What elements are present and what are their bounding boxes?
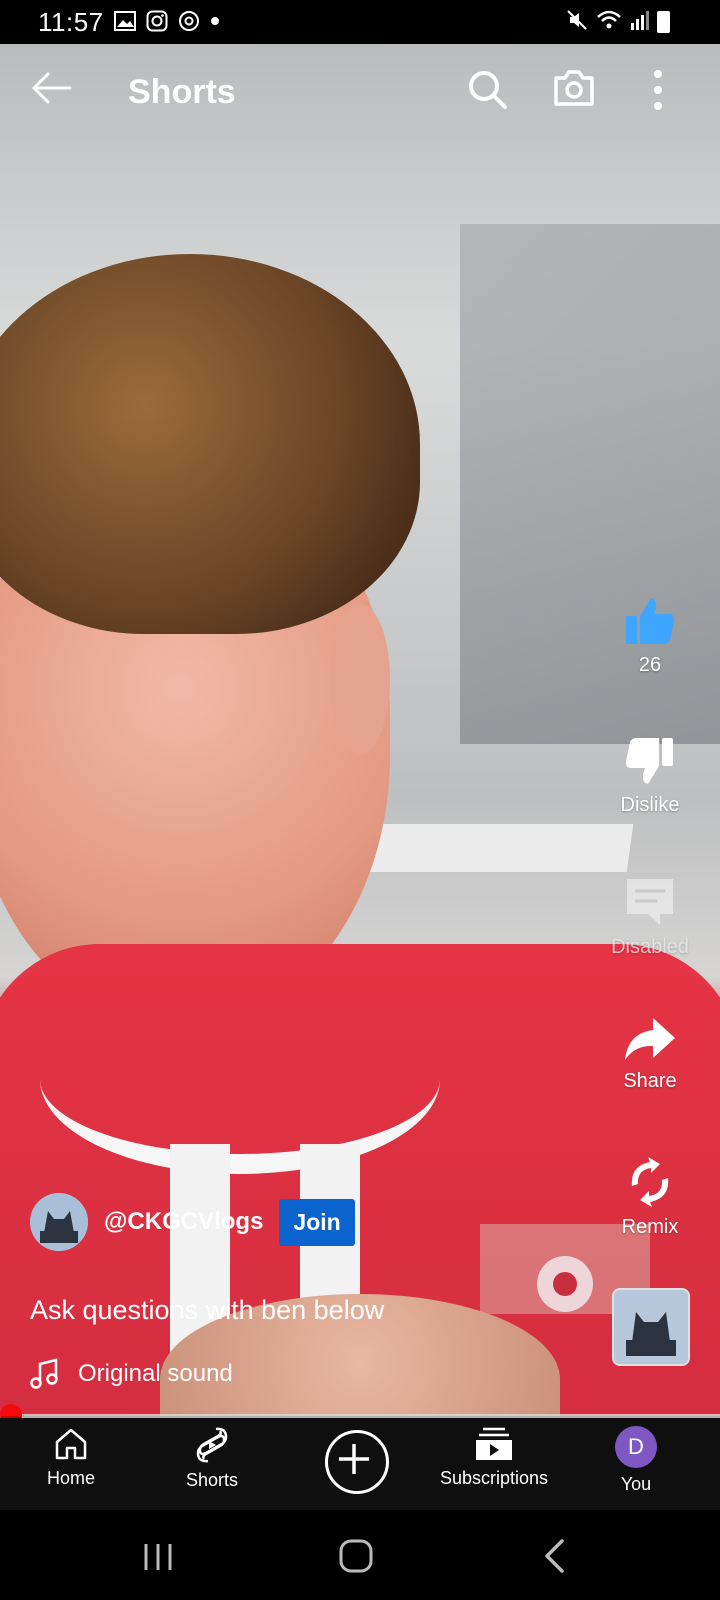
system-nav-bar [0,1510,720,1600]
plus-icon [339,1444,369,1474]
you-avatar: D [615,1426,657,1468]
instagram-icon [146,10,168,32]
signal-icon [631,11,649,30]
person-hair [0,254,420,634]
share-button[interactable]: Share [600,1016,700,1093]
shorts-icon [196,1427,228,1463]
channel-row: @CKGCVlogs Join [30,1192,355,1252]
comments-button: Disabled [600,876,700,959]
camera-icon[interactable] [552,66,596,110]
comment-icon [627,879,673,925]
nav-home-label: Home [46,1468,95,1488]
sound-thumbnail[interactable] [612,1288,690,1366]
status-time: 11:57 [38,7,104,37]
page-title: Shorts [128,73,236,111]
search-icon[interactable] [466,68,508,110]
wifi-icon [597,10,621,29]
nav-subscriptions-label: Subscriptions [439,1468,549,1488]
back-arrow-icon[interactable] [30,70,74,106]
like-button[interactable]: 26 [600,596,700,677]
thumbs-up-icon [626,598,675,644]
nav-subscriptions[interactable]: Subscriptions [419,1426,569,1489]
battery-icon [657,11,670,33]
threads-icon [179,11,199,31]
video-description[interactable]: Ask questions with ben below [30,1295,384,1326]
dislike-label: Dislike [620,794,680,816]
channel-handle[interactable]: @CKGCVlogs [104,1208,263,1236]
remix-icon [631,1157,669,1207]
subscriptions-icon [476,1427,512,1460]
home-icon [55,1428,87,1460]
nav-shorts[interactable]: Shorts [137,1426,287,1491]
image-icon [114,11,136,31]
join-button[interactable]: Join [279,1198,355,1246]
back-nav-icon[interactable] [542,1538,566,1574]
like-count: 26 [638,654,662,676]
dot-icon [211,17,219,25]
remix-label: Remix [621,1216,679,1238]
home-nav-icon[interactable] [338,1538,374,1574]
status-bar: 11:57 [0,0,720,44]
dislike-button[interactable]: Dislike [600,736,700,817]
bottom-nav: Home Shorts Subscriptions D You [0,1418,720,1510]
thumbs-down-icon [625,738,673,784]
top-bar: Shorts [0,44,720,134]
nav-you[interactable]: D You [561,1426,711,1495]
sound-row[interactable]: Original sound [30,1358,233,1390]
more-options-icon[interactable] [648,68,668,112]
share-label: Share [623,1070,677,1092]
mute-icon [567,10,587,30]
sound-label: Original sound [78,1360,233,1387]
recent-apps-icon[interactable] [142,1542,174,1572]
share-icon [625,1018,675,1060]
comments-disabled-label: Disabled [611,936,689,958]
remix-button[interactable]: Remix [600,1156,700,1239]
nav-home[interactable]: Home [0,1426,146,1489]
channel-avatar[interactable] [30,1193,88,1251]
music-note-icon [30,1358,58,1389]
nav-shorts-label: Shorts [185,1470,239,1490]
create-button[interactable] [325,1430,389,1494]
nav-you-label: You [620,1474,652,1494]
